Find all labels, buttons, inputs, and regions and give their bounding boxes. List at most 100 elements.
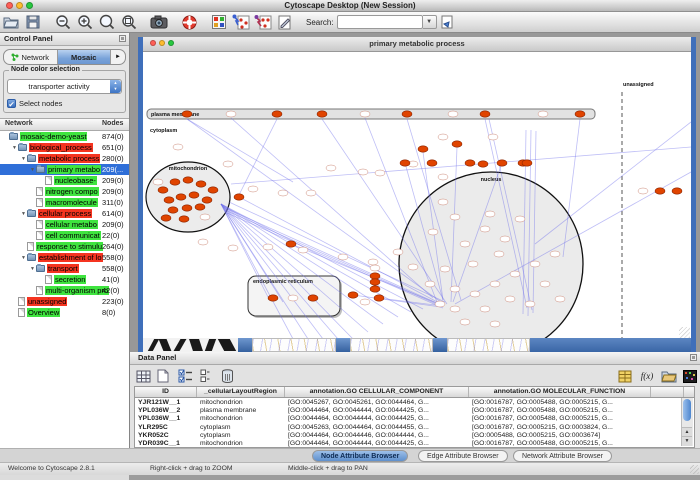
network-node[interactable] [234,194,244,200]
app-resize-grip[interactable] [690,465,699,474]
background-window[interactable] [447,338,530,352]
unselect-attributes-icon[interactable] [196,368,214,384]
select-nodes-checkbox[interactable]: ✔ [7,99,16,108]
network-node[interactable] [158,187,168,193]
network-node[interactable] [202,197,212,203]
tree-row[interactable]: Overview8(0) [0,307,129,318]
background-window[interactable] [350,338,433,352]
network-node[interactable] [183,177,193,183]
tree-row[interactable]: ▼primary metabo209(... [0,164,129,175]
network-node[interactable] [208,187,218,193]
network-node[interactable] [497,160,507,166]
column-header[interactable]: annotation.GO MOLECULAR_FUNCTION [469,387,651,397]
network-node[interactable] [480,111,490,117]
tab-node-attribute-browser[interactable]: Node Attribute Browser [312,450,408,462]
compartment-mitochondrion[interactable] [146,162,230,232]
scrollbar-thumb[interactable] [683,399,691,421]
search-dropdown-arrow-icon[interactable]: ▼ [423,15,437,29]
tree-row[interactable]: nucleobase-209(0) [0,175,129,186]
dropdown-stepper-icon[interactable]: ▲▼ [110,80,121,93]
table-row[interactable]: YJR121W__1mitochondrion[GO:0045267, GO:0… [135,398,694,406]
layout-nodes-b-icon[interactable] [253,13,273,31]
expand-arrow-icon[interactable]: ▼ [29,167,36,173]
tree-row[interactable]: response to stimulu264(0) [0,241,129,252]
network-node[interactable] [402,111,412,117]
tree-row[interactable]: ▼establishment of lo558(0) [0,252,129,263]
column-header[interactable]: _cellularLayoutRegion [197,387,285,397]
tab-overflow-arrow-icon[interactable]: ► [111,50,125,64]
tree-row[interactable]: ▼metabolic process280(0) [0,153,129,164]
window-resize-grip[interactable] [679,327,690,338]
network-node[interactable] [672,188,682,194]
background-window-edge[interactable] [336,338,350,352]
search-input[interactable] [337,15,423,29]
float-panel-icon[interactable] [119,35,126,42]
zoom-out-icon[interactable] [53,13,73,31]
attribute-table-header[interactable]: ID_cellularLayoutRegionannotation.GO CEL… [135,387,694,398]
tree-row[interactable]: cellular metabo209(0) [0,219,129,230]
network-node[interactable] [308,295,318,301]
node-color-dropdown[interactable]: transporter activity ▲▼ [7,79,122,94]
network-node[interactable] [418,146,428,152]
network-node[interactable] [182,205,192,211]
attribute-grid-icon[interactable] [134,368,152,384]
network-canvas[interactable]: plasma membranecytoplasmmitochondrionnuc… [143,52,691,339]
network-node[interactable] [268,295,278,301]
scroll-down-icon[interactable]: ▼ [682,436,692,446]
column-header[interactable]: ID [135,387,197,397]
expand-arrow-icon[interactable]: ▼ [20,156,27,162]
background-window-edge[interactable] [433,338,447,352]
network-node[interactable] [317,111,327,117]
tree-row[interactable]: ▼biological_process651(0) [0,142,129,153]
network-node[interactable] [427,160,437,166]
tree-row[interactable]: multi-organism pro42(0) [0,285,129,296]
network-node[interactable] [374,295,384,301]
network-node[interactable] [189,192,199,198]
function-builder-icon[interactable]: f(x) [638,368,656,384]
network-node[interactable] [195,204,205,210]
table-row[interactable]: YDR039C__1mitochondrion[GO:0044464, GO:0… [135,439,694,447]
network-node[interactable] [348,292,358,298]
tab-edge-attribute-browser[interactable]: Edge Attribute Browser [418,450,508,462]
tree-row[interactable]: unassigned223(0) [0,296,129,307]
network-node[interactable] [400,160,410,166]
expand-arrow-icon[interactable]: ▼ [11,145,18,151]
open-network-icon[interactable] [1,13,21,31]
network-window-titlebar[interactable]: primary metabolic process [143,37,691,52]
table-row[interactable]: YKR052Ccytoplasm[GO:0044464, GO:0044446,… [135,431,694,439]
delete-attribute-icon[interactable] [218,368,236,384]
help-icon[interactable] [179,13,199,31]
network-node[interactable] [272,111,282,117]
tree-row[interactable]: nitrogen compo209(0) [0,186,129,197]
attribute-table-body[interactable]: YJR121W__1mitochondrion[GO:0045267, GO:0… [135,398,694,448]
network-node[interactable] [370,279,380,285]
table-row[interactable]: YPL036W__2plasma membrane[GO:0044464, GO… [135,406,694,414]
network-node[interactable] [196,181,206,187]
background-window[interactable] [252,338,336,352]
float-data-panel-icon[interactable] [690,354,697,361]
network-node[interactable] [286,241,296,247]
tab-mosaic[interactable]: Mosaic [58,50,112,64]
save-session-icon[interactable] [23,13,43,31]
network-node[interactable] [168,207,178,213]
matrix-view-icon[interactable] [681,368,699,384]
network-node[interactable] [164,197,174,203]
layout-nodes-a-icon[interactable] [231,13,251,31]
annotation-page-icon[interactable] [275,13,295,31]
tree-row[interactable]: ▼transport558(0) [0,263,129,274]
network-node[interactable] [176,194,186,200]
network-node[interactable] [465,160,475,166]
network-node[interactable] [575,111,585,117]
table-row[interactable]: YPL036W__1mitochondrion[GO:0044464, GO:0… [135,415,694,423]
tree-row[interactable]: secretion41(0) [0,274,129,285]
network-snapshot-icon[interactable] [149,13,169,31]
zoom-in-icon[interactable] [75,13,95,31]
network-node[interactable] [452,141,462,147]
network-view-window[interactable]: primary metabolic process plasma membran… [138,37,696,352]
attribute-batch-icon[interactable] [616,368,634,384]
expand-arrow-icon[interactable]: ▼ [29,266,36,272]
import-attributes-icon[interactable] [660,368,678,384]
network-node[interactable] [370,286,380,292]
zoom-selected-region-icon[interactable] [119,13,139,31]
network-node[interactable] [179,216,189,222]
